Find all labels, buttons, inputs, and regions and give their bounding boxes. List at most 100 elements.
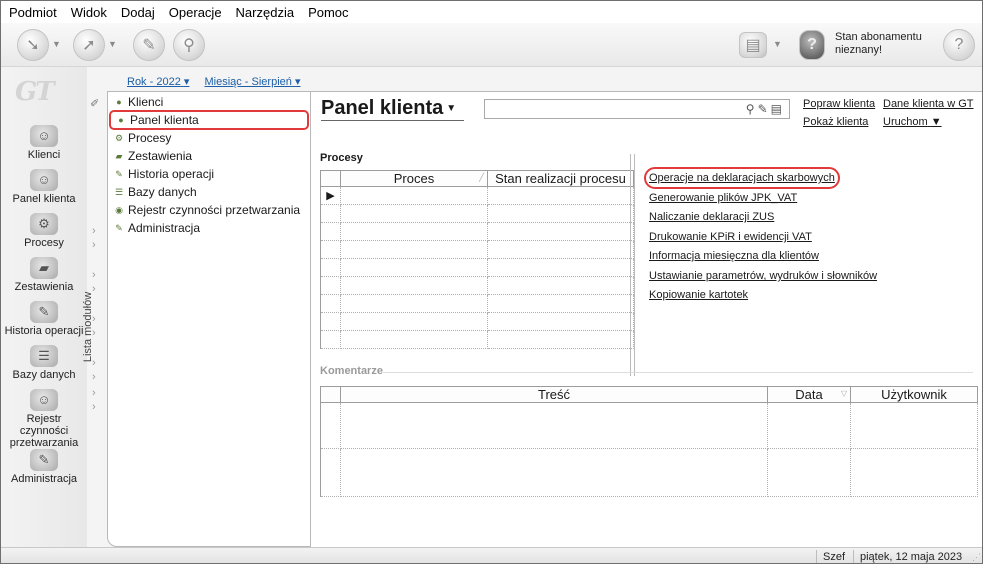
chevron-right-icon[interactable]: ›	[92, 371, 96, 383]
menu-widok[interactable]: Widok	[71, 5, 107, 20]
search-input[interactable]: ⚲✎▤	[484, 99, 790, 119]
column-header-user[interactable]: Użytkownik	[850, 386, 978, 403]
tools-icon[interactable]: ✎	[133, 29, 165, 61]
show-client-link[interactable]: Pokaż klienta	[803, 113, 868, 131]
cell[interactable]	[340, 294, 488, 313]
pin-icon[interactable]: ✐	[90, 97, 99, 110]
menu-operacje[interactable]: Operacje	[169, 5, 222, 20]
cell[interactable]	[340, 204, 488, 223]
cell[interactable]	[487, 276, 634, 295]
op-link-parametry[interactable]: Ustawianie parametrów, wydruków i słowni…	[649, 270, 877, 282]
nav-rejestr[interactable]: ☺ Rejestr czynności przetwarzania	[1, 389, 87, 449]
table-row[interactable]	[320, 448, 978, 497]
resize-grip-icon[interactable]: ⋰	[972, 552, 981, 563]
nav-panel-klienta[interactable]: ☺ Panel klienta	[1, 169, 87, 205]
menu-pomoc[interactable]: Pomoc	[308, 5, 348, 20]
nav-zestawienia[interactable]: ▰ Zestawienia	[1, 257, 87, 293]
nav-klienci[interactable]: ☺ Klienci	[1, 125, 87, 161]
module-list-strip[interactable]: ✐ Lista modułów › › › › › › › › › ›	[82, 91, 107, 547]
op-link-kpir[interactable]: Drukowanie KPiR i ewidencji VAT	[649, 231, 812, 243]
table-row[interactable]	[320, 294, 634, 313]
server-dropdown-icon[interactable]: ▼	[773, 39, 782, 49]
cell[interactable]	[340, 402, 768, 449]
tree-item-administracja[interactable]: ✎ Administracja	[108, 219, 310, 237]
chevron-right-icon[interactable]: ›	[92, 313, 96, 325]
year-filter[interactable]: Rok - 2022 ▾	[127, 76, 189, 88]
table-row[interactable]	[320, 240, 634, 259]
cell[interactable]	[340, 222, 488, 241]
server-icon[interactable]: ▤	[739, 32, 767, 58]
chevron-right-icon[interactable]: ›	[92, 327, 96, 339]
cell[interactable]	[487, 186, 634, 205]
list-icon[interactable]: ▤	[771, 102, 785, 116]
cell[interactable]	[487, 330, 634, 349]
tree-item-klienci[interactable]: ● Klienci	[108, 93, 310, 111]
cell[interactable]	[487, 240, 634, 259]
month-filter[interactable]: Miesiąc - Sierpień ▾	[204, 76, 300, 88]
back-dropdown-icon[interactable]: ▼	[52, 39, 61, 49]
cell[interactable]	[850, 448, 978, 497]
cell[interactable]	[340, 276, 488, 295]
table-row[interactable]	[320, 258, 634, 277]
cell[interactable]	[340, 258, 488, 277]
tree-item-bazy-danych[interactable]: ☰ Bazy danych	[108, 183, 310, 201]
op-link-jpk[interactable]: Generowanie plików JPK_VAT	[649, 192, 797, 204]
forward-icon[interactable]: ➚	[73, 29, 105, 61]
chevron-right-icon[interactable]: ›	[92, 239, 96, 251]
table-row[interactable]: ▶	[320, 186, 634, 205]
correct-client-link[interactable]: Popraw klienta	[803, 95, 875, 113]
nav-procesy[interactable]: ⚙ Procesy	[1, 213, 87, 249]
tree-item-procesy[interactable]: ⚙ Procesy	[108, 129, 310, 147]
chevron-right-icon[interactable]: ›	[92, 269, 96, 281]
cell[interactable]	[767, 448, 851, 497]
edit-icon[interactable]: ✎	[758, 102, 771, 116]
chevron-right-icon[interactable]: ›	[92, 387, 96, 399]
forward-dropdown-icon[interactable]: ▼	[108, 39, 117, 49]
op-link-info[interactable]: Informacja miesięczna dla klientów	[649, 250, 819, 262]
splitter[interactable]	[630, 154, 635, 376]
tree-item-zestawienia[interactable]: ▰ Zestawienia	[108, 147, 310, 165]
table-row[interactable]	[320, 222, 634, 241]
help-shield-icon[interactable]: ?	[799, 30, 825, 60]
menu-podmiot[interactable]: Podmiot	[9, 5, 57, 20]
search-icon[interactable]: ⚲	[746, 102, 758, 116]
cell[interactable]	[487, 312, 634, 331]
cell[interactable]	[340, 330, 488, 349]
chevron-right-icon[interactable]: ›	[92, 283, 96, 295]
cell[interactable]	[340, 312, 488, 331]
cell[interactable]	[487, 294, 634, 313]
tree-item-rejestr[interactable]: ◉ Rejestr czynności przetwarzania	[108, 201, 310, 219]
cell[interactable]	[850, 402, 978, 449]
cell[interactable]	[487, 204, 634, 223]
cell[interactable]	[340, 240, 488, 259]
back-icon[interactable]: ➘	[17, 29, 49, 61]
table-row[interactable]	[320, 330, 634, 349]
menu-narzedzia[interactable]: Narzędzia	[236, 5, 295, 20]
column-header-date[interactable]: Data ▽	[767, 386, 851, 403]
table-row[interactable]	[320, 276, 634, 295]
cell[interactable]	[340, 186, 488, 205]
column-header-status[interactable]: Stan realizacji procesu	[487, 170, 634, 187]
chevron-right-icon[interactable]: ›	[92, 225, 96, 237]
chat-help-icon[interactable]: ?	[943, 29, 975, 61]
column-header-content[interactable]: Treść	[340, 386, 768, 403]
nav-historia-operacji[interactable]: ✎ Historia operacji	[1, 301, 87, 337]
op-link-deklaracje[interactable]: Operacje na deklaracjach skarbowych	[644, 167, 840, 189]
chevron-right-icon[interactable]: ›	[92, 357, 96, 369]
panel-title[interactable]: Panel klienta ▼	[321, 97, 465, 121]
cell[interactable]	[340, 448, 768, 497]
chevron-right-icon[interactable]: ›	[92, 401, 96, 413]
table-row[interactable]	[320, 204, 634, 223]
table-row[interactable]	[320, 402, 978, 449]
cell[interactable]	[487, 258, 634, 277]
stamp-icon[interactable]: ⚲	[173, 29, 205, 61]
cell[interactable]	[767, 402, 851, 449]
table-row[interactable]	[320, 312, 634, 331]
nav-bazy-danych[interactable]: ☰ Bazy danych	[1, 345, 87, 381]
tree-item-historia-operacji[interactable]: ✎ Historia operacji	[108, 165, 310, 183]
tree-item-panel-klienta[interactable]: ● Panel klienta	[109, 110, 309, 130]
client-data-gt-link[interactable]: Dane klienta w GT	[883, 95, 973, 113]
op-link-zus[interactable]: Naliczanie deklaracji ZUS	[649, 211, 774, 223]
nav-administracja[interactable]: ✎ Administracja	[1, 449, 87, 485]
op-link-kopiowanie[interactable]: Kopiowanie kartotek	[649, 289, 748, 301]
